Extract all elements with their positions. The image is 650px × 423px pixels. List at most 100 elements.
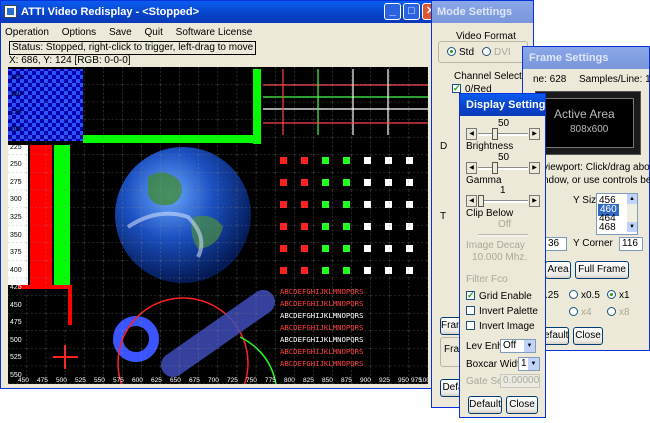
display-titlebar[interactable]: Display Settings [460, 94, 545, 116]
zoom-1-radio-icon [607, 290, 616, 299]
text-row: ABCDEFGHIJKLMNOPQRS [280, 299, 363, 308]
boxcar-width-label: Boxcar Width [466, 359, 526, 370]
y-size-option[interactable]: 468 [599, 222, 616, 234]
clip-right-icon[interactable]: ▶ [529, 195, 540, 207]
x-tick: 500 [56, 377, 67, 384]
gamma-left-icon[interactable]: ◀ [466, 162, 477, 174]
zoom-8-radio[interactable]: x8 [607, 307, 630, 319]
x-tick: 575 [113, 377, 124, 384]
boxcar-dropdown-icon[interactable]: ▼ [528, 358, 539, 370]
gamma-thumb[interactable] [492, 162, 498, 174]
active-area-viewport[interactable]: Active Area 808x600 [535, 91, 641, 155]
maximize-icon[interactable]: □ [403, 3, 420, 20]
zoom-025-radio[interactable]: .25 [545, 290, 559, 302]
minimize-icon[interactable]: _ [384, 3, 401, 20]
menu-options[interactable]: Options [62, 27, 96, 38]
active-area-size: 808x600 [570, 124, 609, 135]
display-title: Display Settings [466, 99, 545, 111]
x-tick: 900 [360, 377, 371, 384]
y-tick: 300 [10, 196, 22, 203]
y-tick: 225 [10, 144, 22, 151]
display-default-button[interactable]: Default [468, 396, 502, 414]
active-area-box[interactable] [542, 98, 634, 148]
display-close-button[interactable]: Close [506, 396, 538, 414]
image-decay-label: Image Decay [466, 240, 525, 251]
dvi-radio[interactable]: DVI [482, 47, 511, 59]
text-row: ABCDEFGHIJKLMNOPQRS [280, 347, 363, 356]
invert-image-checkbox[interactable]: Invert Image [466, 321, 535, 333]
menu-quit[interactable]: Quit [145, 27, 163, 38]
boxcar-width-select[interactable]: 1 ▼ [518, 357, 540, 371]
y-tick: 200 [10, 126, 22, 133]
brightness-thumb[interactable] [492, 128, 498, 140]
brightness-left-icon[interactable]: ◀ [466, 128, 477, 140]
frame-titlebar[interactable]: Frame Settings [523, 47, 649, 69]
y-tick: 325 [10, 214, 22, 221]
x-tick: 650 [170, 377, 181, 384]
clip-thumb[interactable] [478, 195, 484, 207]
list-up-icon[interactable]: ▲ [627, 194, 637, 204]
y-tick: 400 [10, 267, 22, 274]
mode-t-label: T [440, 211, 447, 222]
x-tick: 725 [227, 377, 238, 384]
clip-below-slider[interactable]: ◀ ▶ [466, 195, 540, 207]
text-row: ABCDEFGHIJKLMNOPQRS [280, 323, 363, 332]
std-radio-icon [447, 47, 456, 56]
video-canvas[interactable]: ABCDEFGHIJKLMNOPQRS ABCDEFGHIJKLMNOPQRS … [8, 67, 428, 384]
active-area-label: Active Area [554, 107, 615, 121]
brightness-slider[interactable]: ◀ ▶ [466, 128, 540, 140]
invert-palette-checkbox[interactable]: Invert Palette [466, 306, 538, 318]
y-tick: 500 [10, 337, 22, 344]
brightness-right-icon[interactable]: ▶ [529, 128, 540, 140]
menu-bar: Operation Options Save Quit Software Lic… [5, 25, 262, 40]
frame-default-button[interactable]: efault [543, 327, 569, 345]
cursor-readout: X: 686, Y: 124 [RGB: 0-0-0] [9, 55, 131, 66]
menu-operation[interactable]: Operation [5, 27, 49, 38]
dvi-radio-icon [482, 47, 491, 56]
gamma-label: Gamma [466, 175, 502, 186]
std-radio[interactable]: Std [447, 47, 474, 59]
gamma-slider[interactable]: ◀ ▶ [466, 162, 540, 174]
y-tick: 475 [10, 319, 22, 326]
x-tick: 925 [379, 377, 390, 384]
zoom-1-radio[interactable]: x1 [607, 290, 630, 302]
gamma-right-icon[interactable]: ▶ [529, 162, 540, 174]
full-frame-button[interactable]: Full Frame [575, 261, 629, 279]
lev-enh-dropdown-icon[interactable]: ▼ [524, 340, 535, 352]
text-row: ABCDEFGHIJKLMNOPQRS [280, 287, 363, 296]
frame-close-button[interactable]: Close [573, 327, 603, 345]
x-tick: 850 [322, 377, 333, 384]
main-titlebar[interactable]: ATTI Video Redisplay - <Stopped> [1, 1, 445, 23]
lev-enh-select[interactable]: Off ▼ [500, 339, 536, 353]
video-image[interactable]: ABCDEFGHIJKLMNOPQRS ABCDEFGHIJKLMNOPQRS … [8, 67, 428, 384]
x-tick: 825 [303, 377, 314, 384]
menu-software-license[interactable]: Software License [176, 27, 253, 38]
grid-enable-checkbox[interactable]: Grid Enable [466, 289, 532, 303]
zoom-4-radio-icon [569, 307, 578, 316]
y-corner-field[interactable]: 116 [619, 237, 643, 251]
x-tick: 700 [208, 377, 219, 384]
area-button[interactable]: Area [545, 261, 571, 279]
zoom-4-radio[interactable]: x4 [569, 307, 592, 319]
invert-palette-check-icon [466, 306, 475, 315]
display-settings-window: Display Settings 50 ◀ ▶ Brightness 50 ◀ … [459, 93, 546, 418]
main-title: ATTI Video Redisplay - <Stopped> [21, 6, 200, 18]
x-corner-field[interactable]: 36 [545, 237, 567, 251]
zoom-05-radio-icon [569, 290, 578, 299]
lev-enh-label: Lev Enh [466, 341, 503, 352]
text-row: ABCDEFGHIJKLMNOPQRS [280, 359, 363, 368]
y-tick: 250 [10, 161, 22, 168]
filter-fco-label: Filter Fco [466, 274, 508, 285]
zoom-05-radio[interactable]: x0.5 [569, 290, 600, 302]
y-size-scrollbar[interactable]: ▲ ▼ [627, 194, 637, 232]
clip-left-icon[interactable]: ◀ [466, 195, 477, 207]
menu-save[interactable]: Save [109, 27, 132, 38]
mode-titlebar[interactable]: Mode Settings [432, 1, 533, 23]
list-down-icon[interactable]: ▼ [627, 222, 637, 232]
x-tick: 550 [94, 377, 105, 384]
grid-enable-check-icon [466, 289, 475, 301]
main-window: ATTI Video Redisplay - <Stopped> _ □ ✕ O… [0, 0, 446, 389]
y-size-list[interactable]: 456 460 464 468 ▲ ▼ [596, 193, 638, 235]
x-tick: 1000 [419, 377, 428, 384]
status-bar: Status: Stopped, right-click to trigger,… [9, 41, 257, 55]
